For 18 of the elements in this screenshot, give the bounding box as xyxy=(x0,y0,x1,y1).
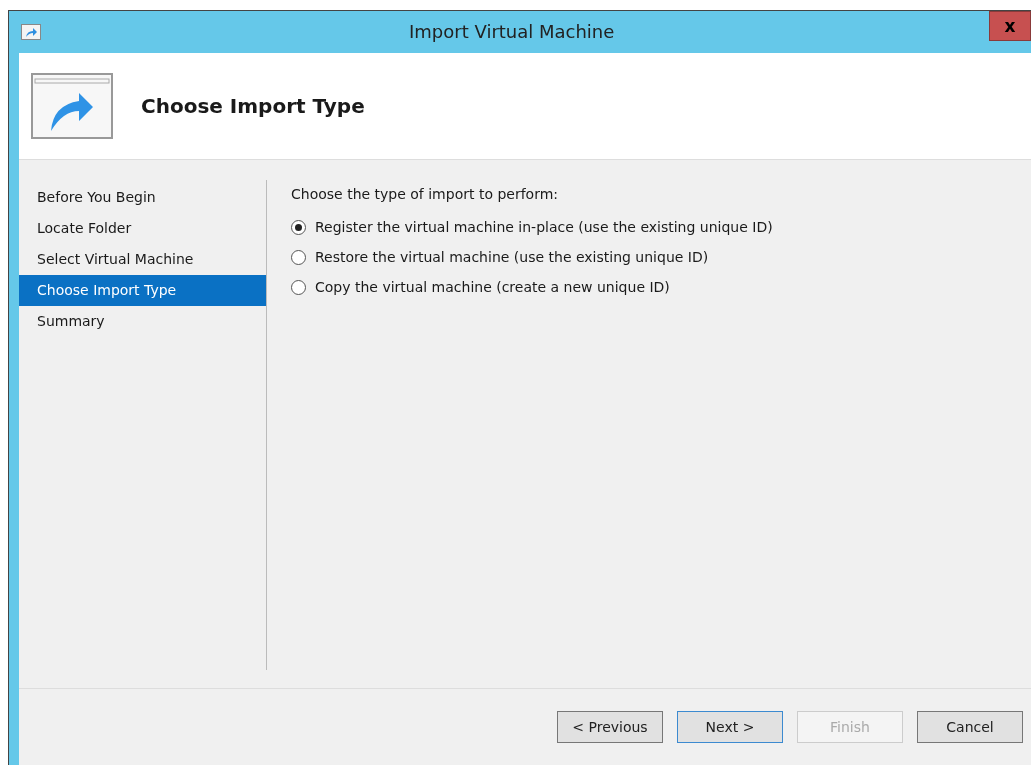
option-label[interactable]: Restore the virtual machine (use the existing unique ID) xyxy=(315,249,709,265)
radio-button[interactable] xyxy=(291,279,306,295)
dialog-button[interactable]: < Previous xyxy=(557,711,663,743)
window-title: Import Virtual Machine xyxy=(409,21,615,42)
close-button[interactable]: x xyxy=(989,11,1031,41)
option-label[interactable]: Copy the virtual machine (create a new unique ID) xyxy=(315,279,670,295)
step-item[interactable]: Locate Folder xyxy=(19,213,266,244)
step-item[interactable]: Summary xyxy=(19,306,266,337)
step-item[interactable]: Select Virtual Machine xyxy=(19,244,266,275)
step-item[interactable]: Before You Begin xyxy=(19,182,266,213)
prompt-text: Choose the type of import to perform: xyxy=(291,186,560,202)
dialog-button[interactable]: Cancel xyxy=(917,711,1023,743)
radio-button[interactable] xyxy=(291,219,306,235)
page-heading: Choose Import Type xyxy=(141,94,365,118)
dialog-button[interactable]: Next > xyxy=(677,711,783,743)
step-item[interactable]: Choose Import Type xyxy=(19,275,266,306)
option-label[interactable]: Register the virtual machine in-place (use the existing unique ID) xyxy=(315,219,773,235)
radio-button[interactable] xyxy=(291,249,306,265)
